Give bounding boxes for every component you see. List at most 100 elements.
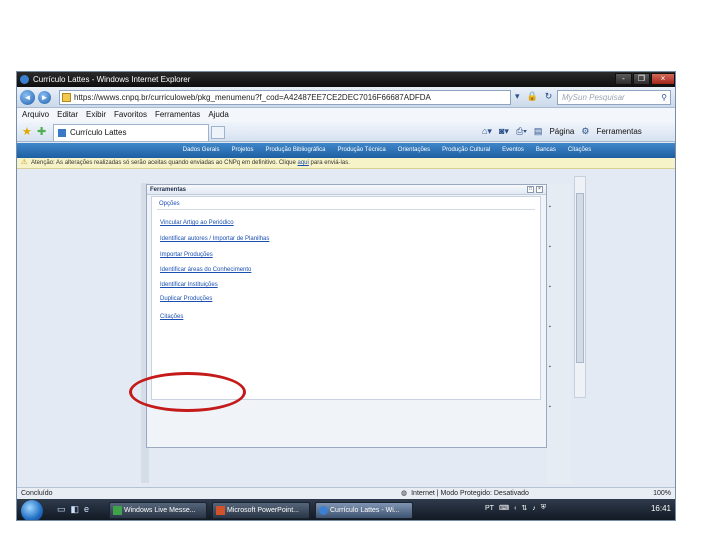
lock-icon[interactable]: 🔒 [527, 91, 538, 102]
ie-quick-icon[interactable]: e [84, 504, 89, 515]
print-icon[interactable]: ⎙▾ [516, 126, 527, 137]
back-button[interactable]: ◄ [20, 90, 35, 105]
tools-menu-icon: ⚙ [581, 126, 590, 136]
security-icon[interactable]: ⛨ [541, 504, 546, 512]
menu-favoritos[interactable]: Favoritos [114, 108, 147, 122]
nav-orientacoes[interactable]: Orientações [398, 143, 430, 158]
url-text: https://wwws.cnpq.br/curriculoweb/pkg_me… [74, 93, 431, 102]
scroll-thumb[interactable] [576, 193, 584, 363]
option-duplicar-producoes[interactable]: Duplicar Produções [160, 296, 212, 302]
forward-button[interactable]: ► [38, 91, 51, 104]
nav-producao-tecnica[interactable]: Produção Técnica [338, 143, 386, 158]
side-text-marker: ▪ [549, 324, 551, 330]
command-bar: ⌂▾ ◙▾ ⎙▾ ▤ Página ⚙ Ferramentas [482, 126, 642, 137]
nav-eventos[interactable]: Eventos [502, 143, 524, 158]
feeds-icon[interactable]: ◙▾ [499, 126, 509, 137]
warning-icon: ⚠ [21, 159, 28, 166]
zone-text: Internet | Modo Protegido: Desativado [411, 490, 529, 497]
search-icon[interactable]: ⚲ [661, 91, 667, 104]
side-text-marker: ▪ [549, 204, 551, 210]
menu-bar: Arquivo Editar Exibir Favoritos Ferramen… [17, 108, 675, 122]
tab-curriculo-lattes[interactable]: Currículo Lattes [53, 124, 209, 141]
option-identificar-instituicoes[interactable]: Identificar Instituições [160, 282, 218, 288]
nav-producao-cultural[interactable]: Produção Cultural [442, 143, 490, 158]
panel-title: Ferramentas [147, 185, 546, 195]
network-icon[interactable]: ⇅ [521, 504, 527, 512]
nav-projetos[interactable]: Projetos [231, 143, 253, 158]
menu-exibir[interactable]: Exibir [86, 108, 106, 122]
page-menu[interactable]: Página [549, 127, 574, 136]
quick-launch: ▭ ◧ e [57, 504, 89, 515]
option-citacoes[interactable]: Citações [160, 314, 183, 320]
menu-ajuda[interactable]: Ajuda [208, 108, 228, 122]
menu-arquivo[interactable]: Arquivo [22, 108, 49, 122]
window-title: Currículo Lattes - Windows Internet Expl… [33, 75, 191, 84]
refresh-icon[interactable]: ↻ [545, 91, 553, 102]
tools-menu[interactable]: Ferramentas [596, 127, 641, 136]
nav-producao-bibliografica[interactable]: Produção Bibliográfica [265, 143, 325, 158]
tab-bar: ★ ✚ Currículo Lattes ⌂▾ ◙▾ ⎙▾ ▤ Página ⚙… [17, 122, 675, 142]
taskbar-messenger[interactable]: Windows Live Messe... [109, 502, 207, 519]
taskbar: ▭ ◧ e Windows Live Messe... Microsoft Po… [17, 499, 675, 520]
taskbar-ie[interactable]: Currículo Lattes - Wi... [315, 502, 413, 519]
home-icon[interactable]: ⌂▾ [482, 126, 492, 137]
option-vincular-artigo[interactable]: Vincular Artigo ao Periódico [160, 220, 234, 226]
options-divider [157, 209, 535, 210]
page-content: Dados Gerais Projetos Produção Bibliográ… [17, 143, 675, 487]
option-identificar-autores[interactable]: Identificar autores / Importar de Planil… [160, 236, 269, 242]
clock[interactable]: 16:41 [651, 504, 671, 513]
warning-link[interactable]: aqui [298, 160, 309, 166]
taskbar-powerpoint[interactable]: Microsoft PowerPoint... [212, 502, 310, 519]
add-favorite-icon[interactable]: ✚ [37, 125, 46, 138]
volume-icon[interactable]: ♪ [532, 505, 536, 512]
side-text-marker: ▪ [549, 244, 551, 250]
new-tab-button[interactable] [211, 126, 225, 139]
taskbar-ie-label: Currículo Lattes - Wi... [330, 507, 400, 514]
taskbar-powerpoint-label: Microsoft PowerPoint... [227, 507, 299, 514]
menu-editar[interactable]: Editar [57, 108, 78, 122]
system-tray: PT ⌨ ‹ ⇅ ♪ ⛨ [485, 504, 546, 512]
address-bar: ◄ ► https://wwws.cnpq.br/curriculoweb/pk… [17, 87, 675, 108]
tray-expand-icon[interactable]: ‹ [514, 505, 516, 512]
close-button[interactable]: × [651, 73, 675, 85]
taskbar-messenger-label: Windows Live Messe... [124, 507, 196, 514]
nav-bancas[interactable]: Bancas [536, 143, 556, 158]
nav-citacoes[interactable]: Citações [568, 143, 591, 158]
ie-task-icon [319, 506, 328, 515]
dropdown-icon[interactable]: ▾ [515, 91, 520, 102]
ie-icon [20, 75, 29, 84]
window-controls: - ❐ × [615, 73, 675, 85]
start-button[interactable] [21, 500, 43, 520]
minimize-button[interactable]: - [615, 73, 632, 85]
nav-dados-gerais[interactable]: Dados Gerais [183, 143, 220, 158]
messenger-icon [113, 506, 122, 515]
panel-maximize-button[interactable]: □ [527, 186, 534, 193]
options-box: Opções Vincular Artigo ao Periódico Iden… [151, 196, 541, 400]
search-input[interactable]: MySun Pesquisar ⚲ [557, 90, 671, 105]
warning-text-before: Atenção: As alterações realizadas só ser… [31, 160, 296, 166]
tab-page-icon [58, 129, 66, 137]
restore-button[interactable]: ❐ [633, 73, 650, 85]
favorites-star-icon[interactable]: ★ [22, 125, 32, 138]
highlight-oval [129, 372, 246, 412]
page-menu-icon: ▤ [533, 126, 543, 136]
show-desktop-icon[interactable]: ▭ [57, 504, 66, 515]
keyboard-icon[interactable]: ⌨ [499, 504, 509, 512]
warning-text-after: para enviá-las. [310, 160, 350, 166]
status-bar: Concluído ◍ Internet | Modo Protegido: D… [17, 487, 675, 499]
site-nav: Dados Gerais Projetos Produção Bibliográ… [17, 143, 675, 158]
panel-close-button[interactable]: × [536, 186, 543, 193]
url-field[interactable]: https://wwws.cnpq.br/curriculoweb/pkg_me… [59, 90, 511, 105]
status-text: Concluído [21, 490, 53, 497]
panel-controls: □ × [527, 186, 543, 193]
side-text-marker: ▪ [549, 364, 551, 370]
warning-bar: ⚠ Atenção: As alterações realizadas só s… [17, 158, 675, 169]
language-indicator[interactable]: PT [485, 505, 494, 512]
option-importar-producoes[interactable]: Importar Produções [160, 252, 213, 258]
page-scrollbar[interactable] [574, 176, 586, 398]
option-identificar-areas[interactable]: Identificar áreas do Conhecimento [160, 267, 251, 273]
zoom-level[interactable]: 100% [653, 488, 671, 499]
switch-windows-icon[interactable]: ◧ [71, 504, 80, 515]
security-zone[interactable]: ◍ Internet | Modo Protegido: Desativado [401, 488, 529, 499]
menu-ferramentas[interactable]: Ferramentas [155, 108, 200, 122]
